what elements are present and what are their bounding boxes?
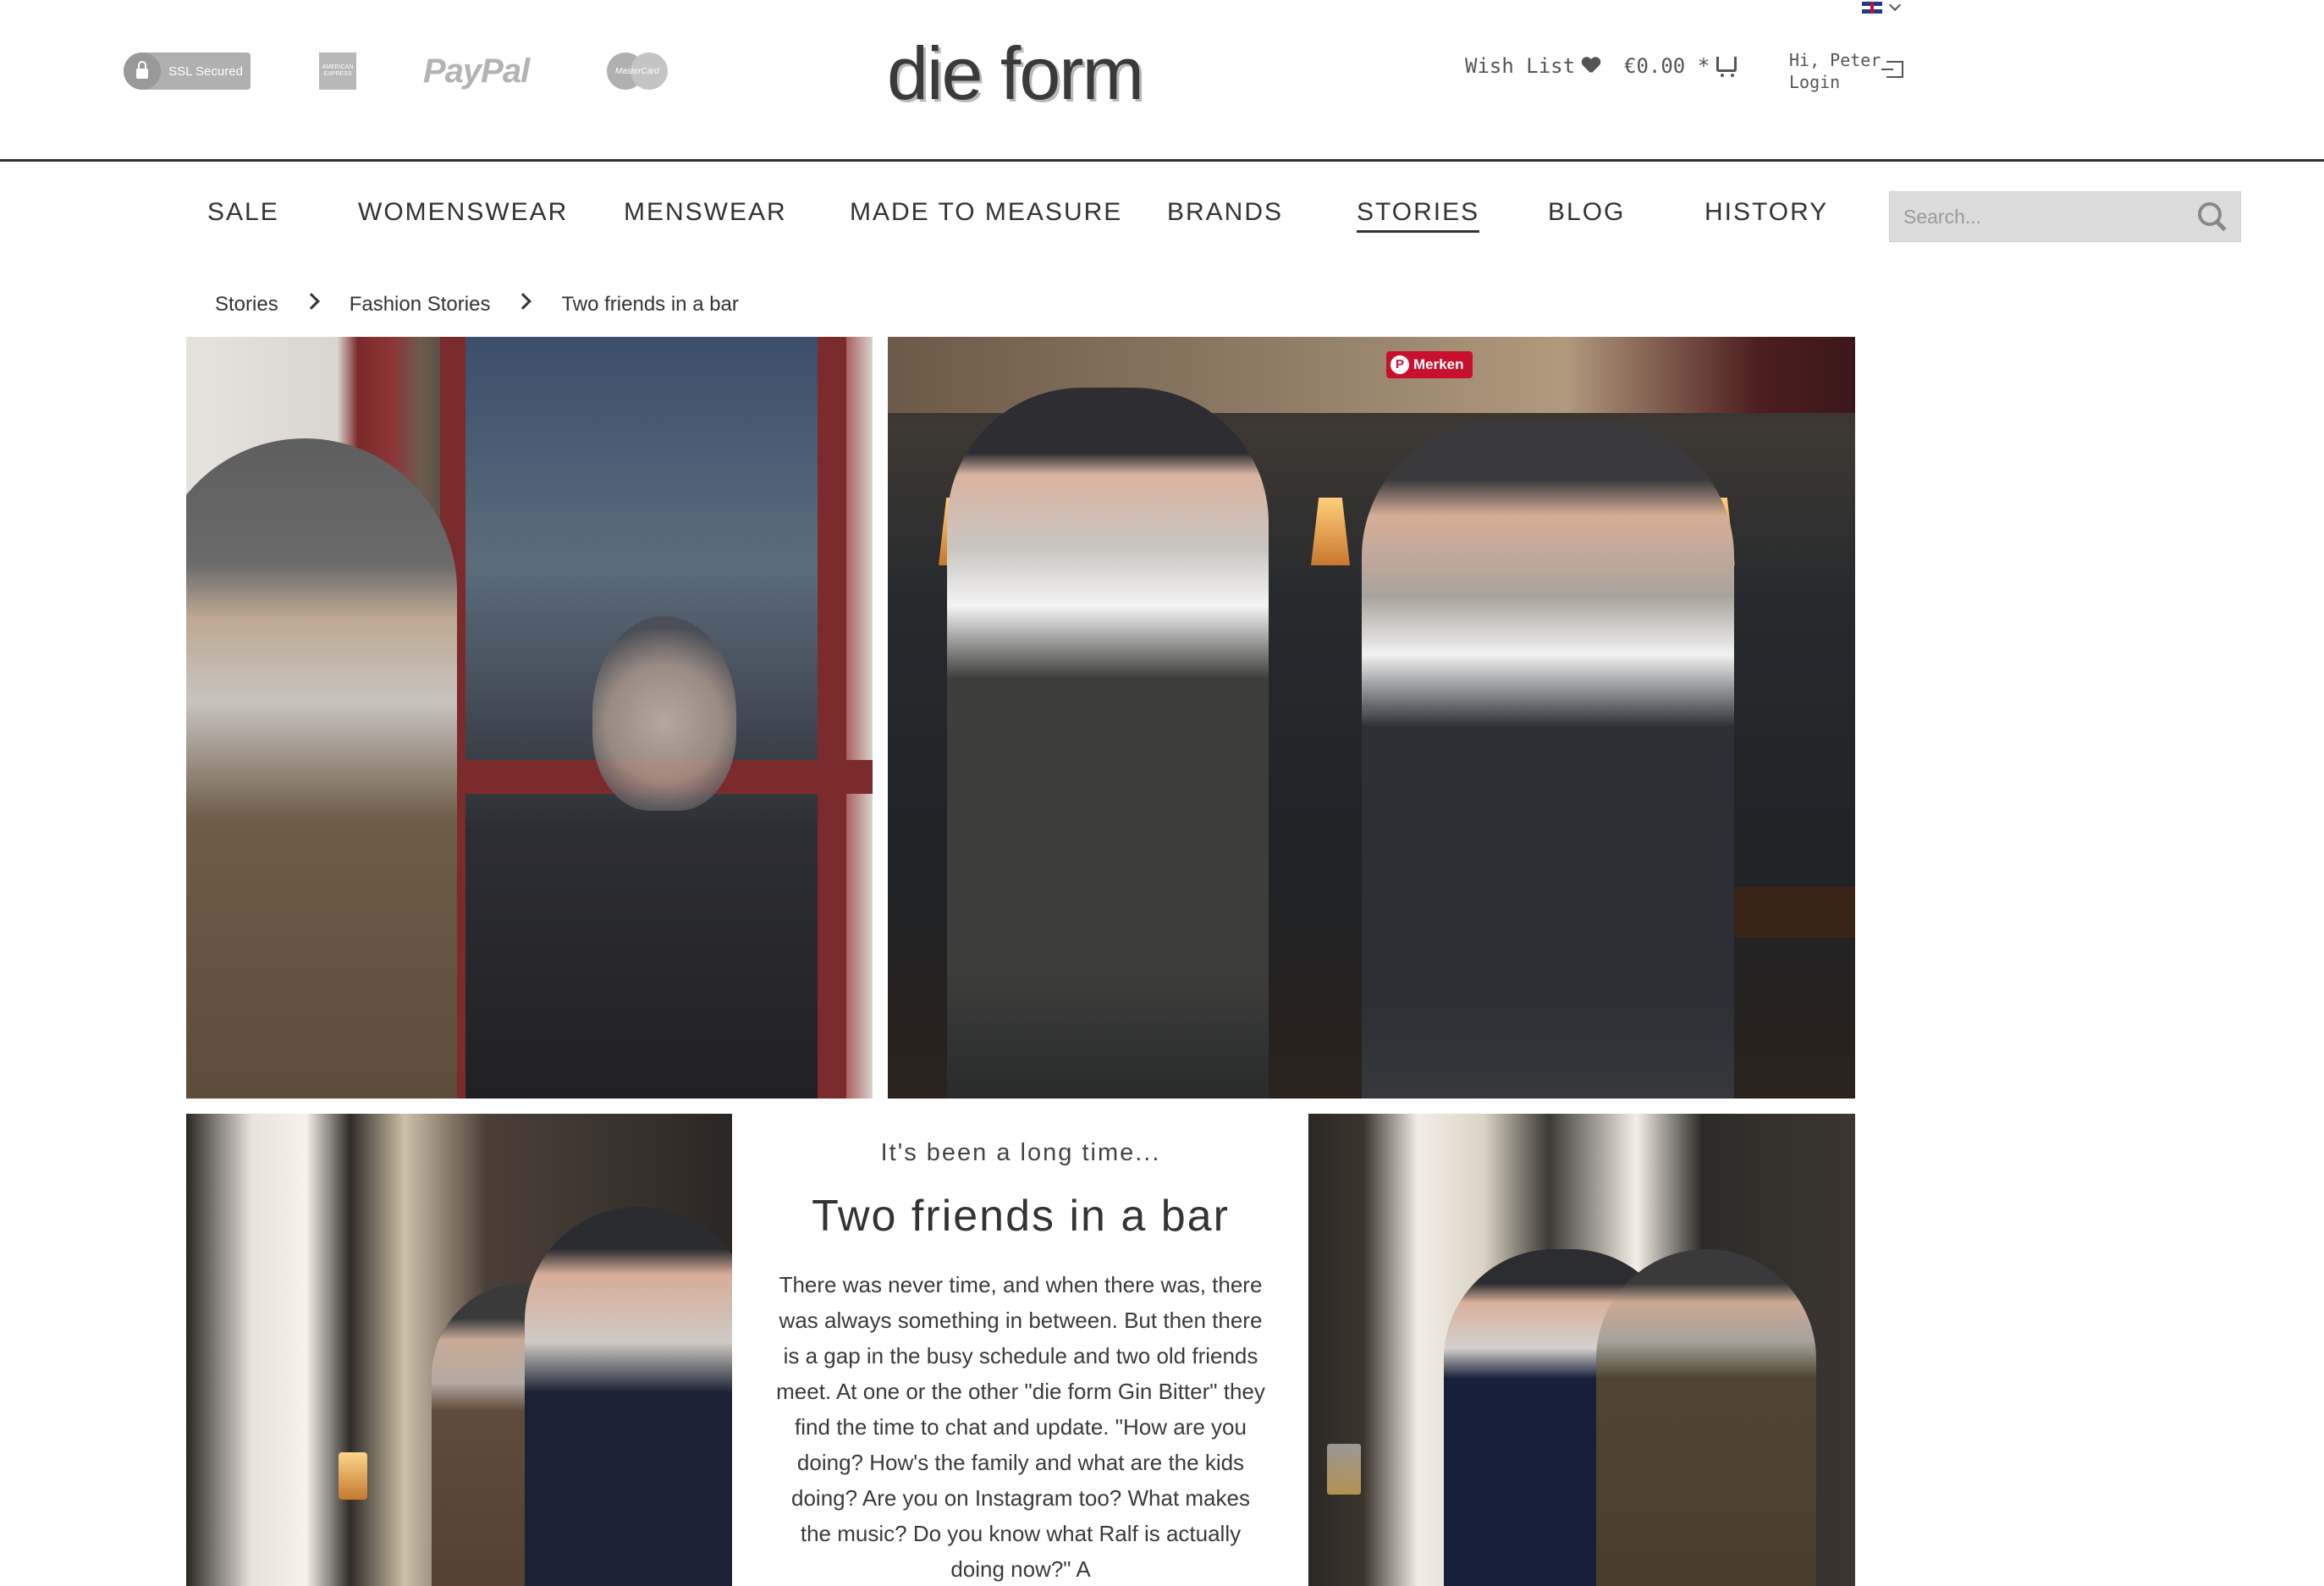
login-icon[interactable] (1881, 61, 1903, 78)
uk-flag-icon[interactable] (1862, 2, 1882, 14)
wishlist-link[interactable]: Wish List (1465, 54, 1600, 78)
cart-total[interactable]: €0.00 * (1624, 54, 1710, 78)
site-header: SSL Secured AMERICAN EXPRESS PayPal Mast… (0, 0, 2324, 162)
chevron-down-icon[interactable] (1888, 0, 1902, 12)
chevron-right-icon (302, 293, 320, 310)
main-navigation: SALE WOMENSWEAR MENSWEAR MADE TO MEASURE… (0, 164, 2324, 266)
amex-logo: AMERICAN EXPRESS (319, 52, 356, 90)
paypal-logo: PayPal (423, 52, 530, 90)
search-input[interactable] (1890, 192, 2195, 241)
breadcrumb-current: Two friends in a bar (561, 293, 739, 316)
search-box (1889, 191, 2241, 242)
paypal-label: PayPal (423, 52, 530, 90)
account-greeting[interactable]: Hi, Peter (1789, 49, 1881, 71)
story-body: There was never time, and when there was… (776, 1272, 1265, 1582)
cart-icon[interactable] (1716, 57, 1737, 77)
breadcrumb-fashion-stories[interactable]: Fashion Stories (350, 293, 491, 317)
amex-label: AMERICAN EXPRESS (322, 64, 354, 77)
story-intro: It's been a long time... Two friends in … (752, 1114, 1290, 1586)
lock-icon (124, 52, 161, 90)
language-switcher[interactable] (1862, 0, 1902, 15)
story-kicker: It's been a long time... (880, 1139, 1161, 1166)
story-photo-window-seat (186, 1114, 732, 1586)
story-photo-bar (888, 337, 1855, 1099)
nav-item-womenswear[interactable]: WOMENSWEAR (358, 198, 568, 227)
breadcrumb: Stories Fashion Stories Two friends in a… (215, 291, 739, 318)
wishlist-label[interactable]: Wish List (1465, 54, 1575, 78)
story-photo-window (186, 337, 873, 1099)
story-title: Two friends in a bar (812, 1192, 1230, 1241)
nav-item-menswear[interactable]: MENSWEAR (624, 198, 787, 227)
site-logo[interactable]: die form (887, 36, 1161, 112)
nav-item-sale[interactable]: SALE (207, 198, 279, 227)
search-icon[interactable] (2198, 202, 2228, 233)
story-photo-counter (1308, 1114, 1855, 1586)
nav-item-brands[interactable]: BRANDS (1167, 198, 1283, 227)
nav-item-blog[interactable]: BLOG (1548, 198, 1625, 227)
pinterest-label[interactable]: Merken (1413, 356, 1464, 372)
mastercard-logo: MasterCard (607, 52, 668, 90)
ssl-secured-badge: SSL Secured (124, 52, 251, 90)
cart-link[interactable]: €0.00 * (1624, 54, 1737, 78)
chevron-right-icon (515, 293, 532, 310)
nav-item-made-to-measure[interactable]: MADE TO MEASURE (850, 198, 1122, 227)
mastercard-label: MasterCard (614, 66, 660, 76)
account-menu[interactable]: Hi, Peter Login (1789, 49, 1881, 93)
nav-item-stories[interactable]: STORIES (1357, 198, 1480, 233)
login-link[interactable]: Login (1789, 71, 1881, 93)
nav-item-history[interactable]: HISTORY (1704, 198, 1828, 227)
heart-icon[interactable] (1582, 58, 1600, 74)
ssl-label: SSL Secured (168, 63, 243, 79)
breadcrumb-stories[interactable]: Stories (215, 293, 278, 317)
pinterest-save-button[interactable]: P Merken (1386, 351, 1473, 378)
pinterest-icon[interactable]: P (1391, 355, 1409, 374)
